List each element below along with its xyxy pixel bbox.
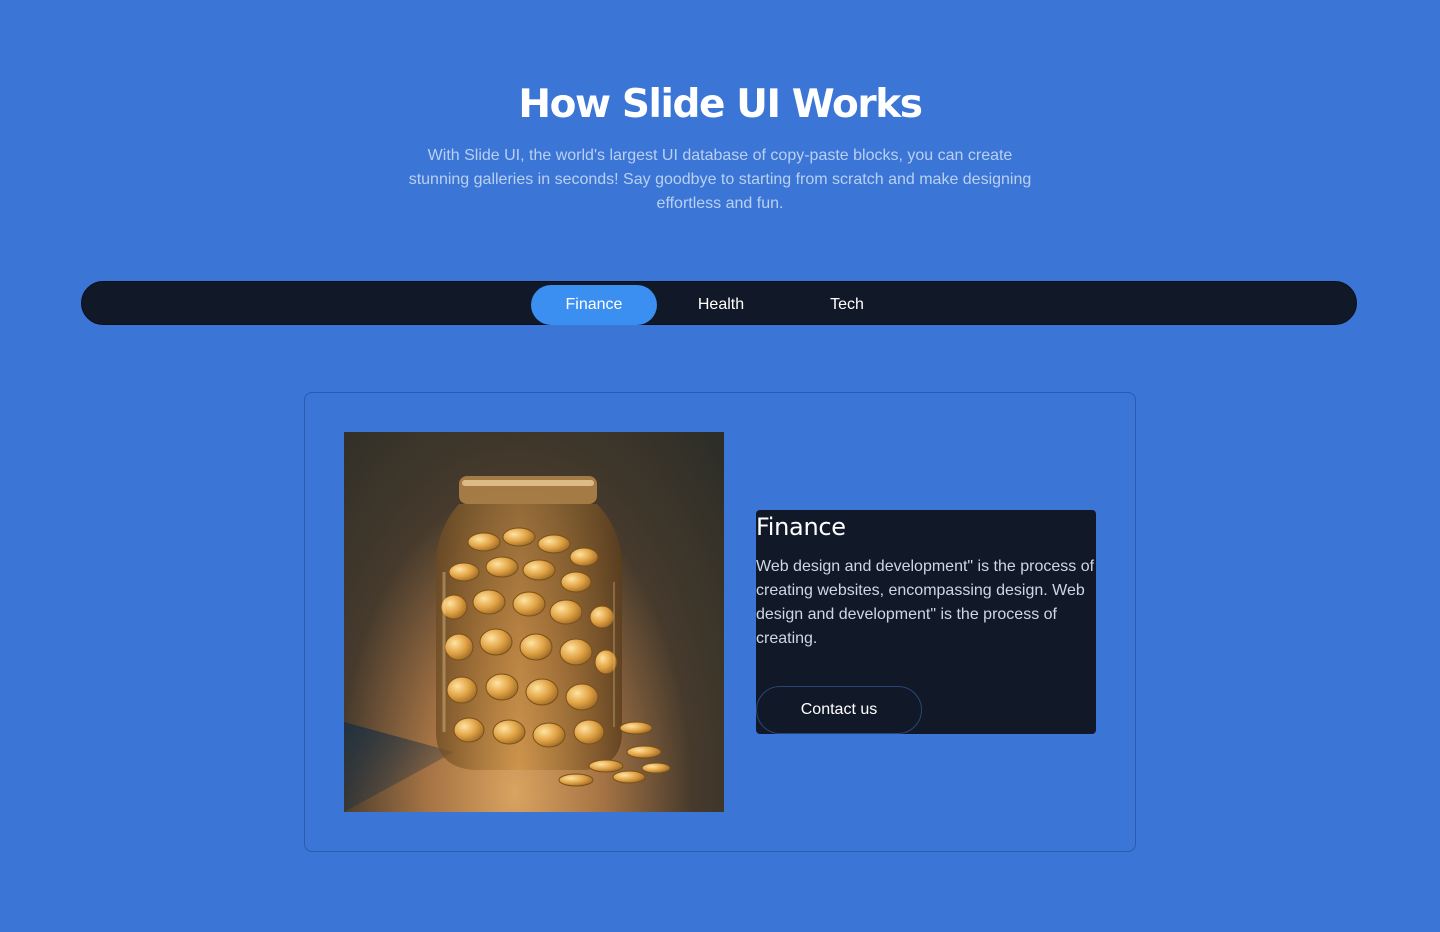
category-title: Finance	[756, 513, 846, 541]
page-title: How Slide UI Works	[518, 82, 923, 127]
category-tabbar: Finance Health Tech	[81, 281, 1357, 325]
coin-jar-image	[344, 432, 724, 812]
category-description: Web design and development" is the proce…	[756, 558, 1095, 647]
category-info-panel: Finance Web design and development" is t…	[756, 510, 1096, 734]
page-subtitle: With Slide UI, the world's largest UI da…	[408, 147, 1032, 212]
tab-finance[interactable]: Finance	[531, 285, 657, 325]
contact-us-button[interactable]: Contact us	[756, 686, 922, 734]
tab-health[interactable]: Health	[658, 285, 784, 325]
tab-tech[interactable]: Tech	[784, 285, 910, 325]
